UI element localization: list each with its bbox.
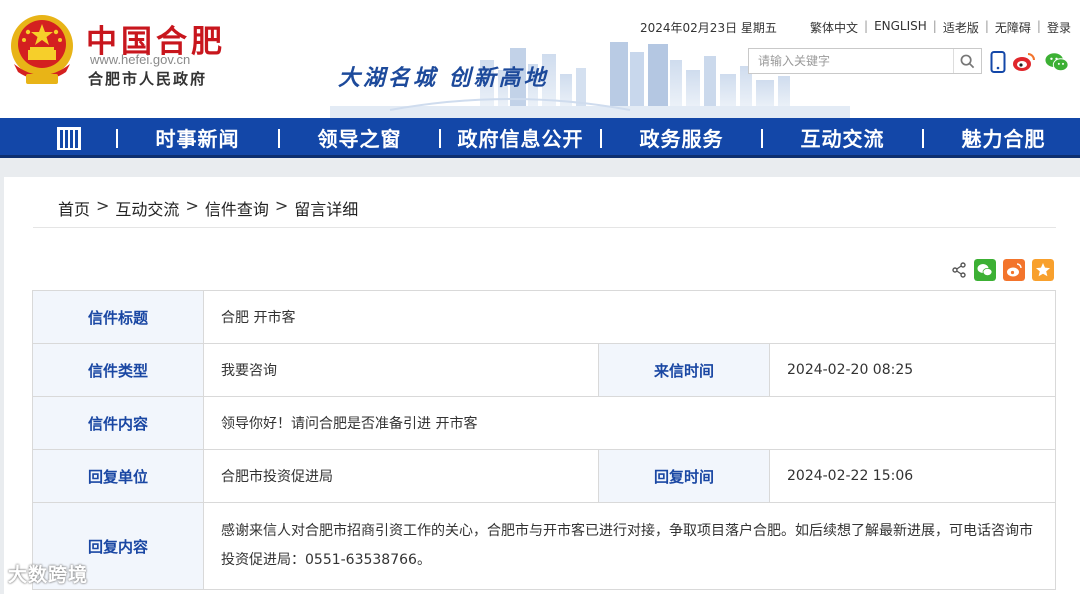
label-title: 信件标题 xyxy=(32,290,204,344)
nav-item-services[interactable]: 政务服务 xyxy=(601,118,762,158)
nav-item-interaction[interactable]: 互动交流 xyxy=(762,118,923,158)
link-login[interactable]: 登录 xyxy=(1047,19,1071,36)
breadcrumb-current: 留言详细 xyxy=(294,200,359,219)
search-input[interactable] xyxy=(749,49,953,73)
table-row: 信件类型 我要咨询 来信时间 2024-02-20 08:25 xyxy=(32,343,1056,397)
site-header: 中国合肥 www.hefei.gov.cn 合肥市人民政府 大湖名城 创新高地 … xyxy=(0,0,1080,118)
slogan: 大湖名城 创新高地 xyxy=(338,66,549,91)
label-type: 信件类型 xyxy=(32,343,204,397)
table-row: 信件标题 合肥 开市客 xyxy=(32,290,1056,344)
search-button[interactable] xyxy=(953,49,981,73)
share-weibo-icon[interactable] xyxy=(1003,258,1025,282)
weibo-icon[interactable] xyxy=(1012,50,1036,74)
nav-item-hefei[interactable]: 魅力合肥 xyxy=(923,118,1080,158)
nav-item-gov-info[interactable]: 政府信息公开 xyxy=(440,118,601,158)
value-type: 我要咨询 xyxy=(203,343,599,397)
main-nav: 时事新闻 领导之窗 政府信息公开 政务服务 互动交流 魅力合肥 xyxy=(0,118,1080,158)
current-date: 2024年02月23日 星期五 xyxy=(640,21,777,35)
share-icon[interactable] xyxy=(948,258,970,282)
home-building-icon[interactable] xyxy=(54,125,84,152)
label-reply-unit: 回复单位 xyxy=(32,449,204,503)
table-row: 信件内容 领导你好！请问合肥是否准备引进 开市客 xyxy=(32,396,1056,450)
link-english[interactable]: ENGLISH xyxy=(874,19,927,36)
link-traditional-chinese[interactable]: 繁体中文 xyxy=(810,19,858,36)
value-submit-time: 2024-02-20 08:25 xyxy=(769,343,1056,397)
favorite-star-icon[interactable] xyxy=(1032,258,1054,282)
breadcrumb-interaction[interactable]: 互动交流 xyxy=(115,196,179,220)
breadcrumb-divider xyxy=(33,227,1056,228)
site-organization: 合肥市人民政府 xyxy=(88,70,208,88)
search-box xyxy=(748,48,982,74)
link-accessibility[interactable]: 无障碍 xyxy=(995,19,1031,36)
search-icon xyxy=(960,54,975,68)
nav-item-leaders[interactable]: 领导之窗 xyxy=(279,118,440,158)
national-emblem-icon xyxy=(11,15,73,84)
site-url: www.hefei.gov.cn xyxy=(90,52,191,67)
share-wechat-icon[interactable] xyxy=(974,258,996,282)
mobile-app-icon[interactable] xyxy=(986,50,1010,74)
nav-item-news[interactable]: 时事新闻 xyxy=(117,118,278,158)
letter-detail-table: 信件标题 合肥 开市客 信件类型 我要咨询 来信时间 2024-02-20 08… xyxy=(32,290,1056,590)
value-reply-content: 感谢来信人对合肥市招商引资工作的关心，合肥市与开市客已进行对接，争取项目落户合肥… xyxy=(203,502,1056,590)
value-reply-unit: 合肥市投资促进局 xyxy=(203,449,599,503)
link-elderly-version[interactable]: 适老版 xyxy=(943,19,979,36)
top-links: 繁体中文 | ENGLISH | 适老版 | 无障碍 | 登录 xyxy=(810,19,1071,36)
watermark: 大数跨境 xyxy=(8,564,89,586)
value-content: 领导你好！请问合肥是否准备引进 开市客 xyxy=(203,396,1056,450)
main-content: 首页 > 互动交流 > 信件查询 > 留言详细 信件标题 合肥 开市客 信件类型 我要… xyxy=(4,177,1080,594)
breadcrumb: 首页 > 互动交流 > 信件查询 > 留言详细 xyxy=(58,196,359,220)
label-reply-time: 回复时间 xyxy=(598,449,770,503)
table-row: 回复单位 合肥市投资促进局 回复时间 2024-02-22 15:06 xyxy=(32,449,1056,503)
breadcrumb-home[interactable]: 首页 xyxy=(58,196,90,220)
value-reply-time: 2024-02-22 15:06 xyxy=(769,449,1056,503)
label-content: 信件内容 xyxy=(32,396,204,450)
breadcrumb-letter-query[interactable]: 信件查询 xyxy=(205,196,269,220)
label-submit-time: 来信时间 xyxy=(598,343,770,397)
wechat-icon[interactable] xyxy=(1045,50,1069,74)
value-title: 合肥 开市客 xyxy=(203,290,1056,344)
table-row: 回复内容 感谢来信人对合肥市招商引资工作的关心，合肥市与开市客已进行对接，争取项… xyxy=(32,502,1056,590)
